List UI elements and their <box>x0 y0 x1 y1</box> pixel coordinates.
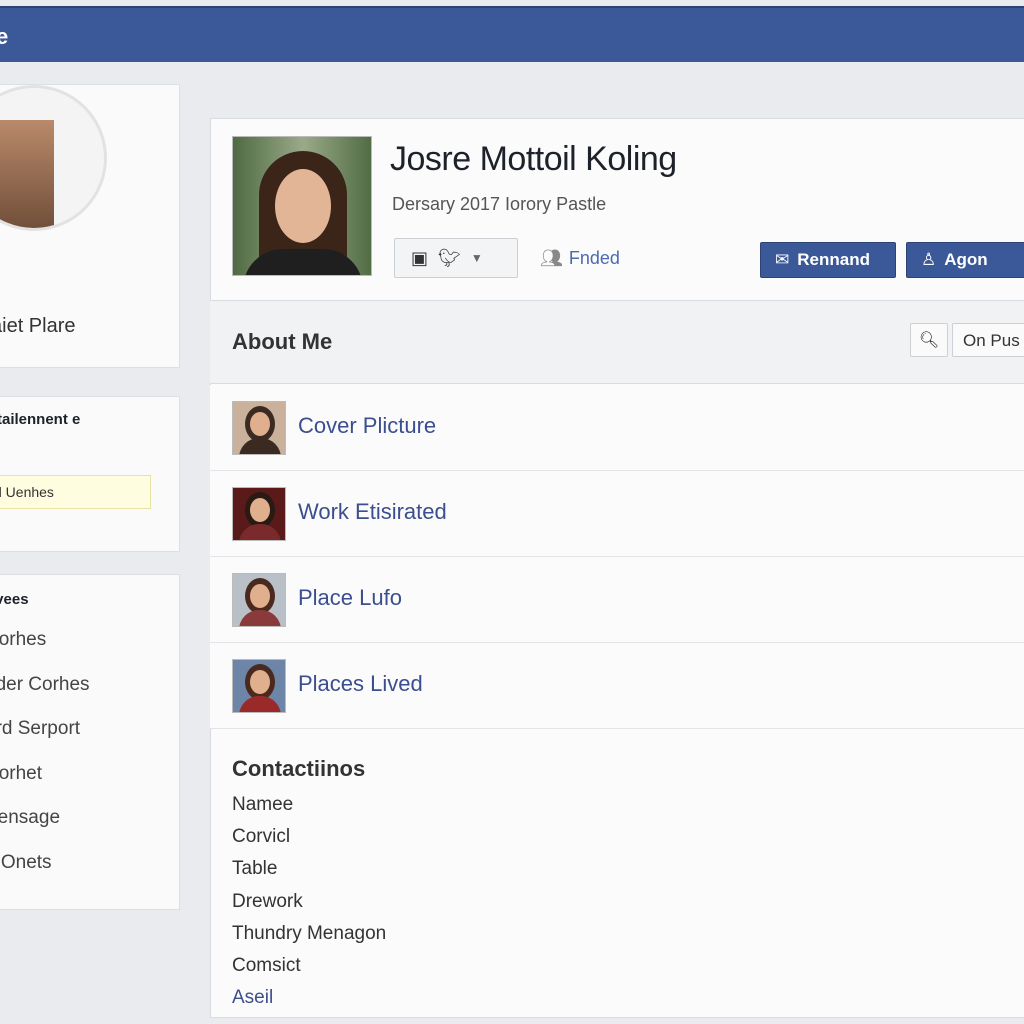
info-card: tailennent e d Uenhes <box>0 396 180 552</box>
contact-item: Table <box>232 858 278 880</box>
twitter-icon: 🐦︎ <box>438 247 461 268</box>
agon-button[interactable]: ♙ Agon <box>906 242 1024 278</box>
info-card-heading: tailennent e <box>0 411 81 428</box>
search-button[interactable]: 🔍︎ <box>910 323 948 357</box>
contacts-title: Contactiinos <box>232 756 366 781</box>
row-thumbnail <box>232 487 286 541</box>
about-row-label[interactable]: Work Etisirated <box>298 499 447 525</box>
contact-item: Drework <box>232 890 303 912</box>
person-icon: ♙ <box>921 250 937 269</box>
contact-item: Corvicl <box>232 826 291 848</box>
agon-button-label: Agon <box>944 250 988 269</box>
avatar[interactable] <box>0 85 107 231</box>
avatar-photo <box>0 120 54 228</box>
left-nav-item[interactable]: Corhes <box>0 629 90 674</box>
search-icon: 🔍︎ <box>918 332 940 349</box>
about-title: About Me <box>232 329 333 354</box>
about-row-label[interactable]: Cover Plicture <box>298 413 436 439</box>
left-nav-item[interactable]: ard Serport <box>0 718 90 763</box>
about-row-label[interactable]: Place Lufo <box>298 585 402 611</box>
row-thumbnail <box>232 401 286 455</box>
left-nav-item[interactable]: nder Corhes <box>0 674 90 719</box>
caret-down-icon: ▼ <box>470 251 483 265</box>
profile-summary-name[interactable]: aiet Plare <box>0 315 76 338</box>
left-nav-item[interactable]: Sensage <box>0 807 90 852</box>
remind-button-label: Rennand <box>797 250 870 269</box>
contact-link[interactable]: Aseil <box>232 987 386 1019</box>
top-navigation-bar: e <box>0 6 1024 62</box>
profile-name: Josre Mottoil Koling <box>390 140 677 178</box>
about-row-work[interactable]: Work Etisirated <box>210 471 1024 557</box>
contact-item: Comsict <box>232 954 301 976</box>
row-thumbnail <box>232 659 286 713</box>
profile-summary-card: aiet Plare <box>0 84 180 368</box>
about-row-cover-picture[interactable]: Cover Plicture <box>210 385 1024 471</box>
contacts-list: Namee Corvicl Table Drework Thundry Mena… <box>232 794 386 1019</box>
remind-button[interactable]: ✉︎ Rennand <box>760 242 896 278</box>
friend-link[interactable]: 👥︎ Fnded <box>540 248 620 269</box>
left-nav-item[interactable]: e Onets <box>0 852 90 897</box>
camera-icon: ▣ <box>411 247 429 268</box>
about-row-place-info[interactable]: Place Lufo <box>210 557 1024 643</box>
left-nav-item[interactable]: Corhet <box>0 763 90 808</box>
profile-photo[interactable] <box>232 136 372 276</box>
left-nav-heading: ivees <box>0 591 29 608</box>
share-dropdown[interactable]: ▣ 🐦︎ ▼ <box>394 238 518 278</box>
profile-subtitle: Dersary 2017 Iorory Pastle <box>392 194 607 214</box>
info-note-field[interactable]: d Uenhes <box>0 475 151 509</box>
about-header: About Me 🔍︎ On Pus <box>210 300 1024 384</box>
contact-item: Namee <box>232 794 294 815</box>
about-row-places-lived[interactable]: Places Lived <box>210 643 1024 729</box>
about-row-label[interactable]: Places Lived <box>298 671 423 697</box>
row-thumbnail <box>232 573 286 627</box>
left-nav-card: ivees Corhes nder Corhes ard Serport Cor… <box>0 574 180 910</box>
message-icon: ✉︎ <box>775 250 790 269</box>
contact-item: Thundry Menagon <box>232 922 387 944</box>
on-button[interactable]: On Pus <box>952 323 1024 357</box>
friend-label: Fnded <box>568 248 620 268</box>
friends-icon: 👥︎ <box>540 248 563 268</box>
app-title[interactable]: e <box>0 24 8 50</box>
